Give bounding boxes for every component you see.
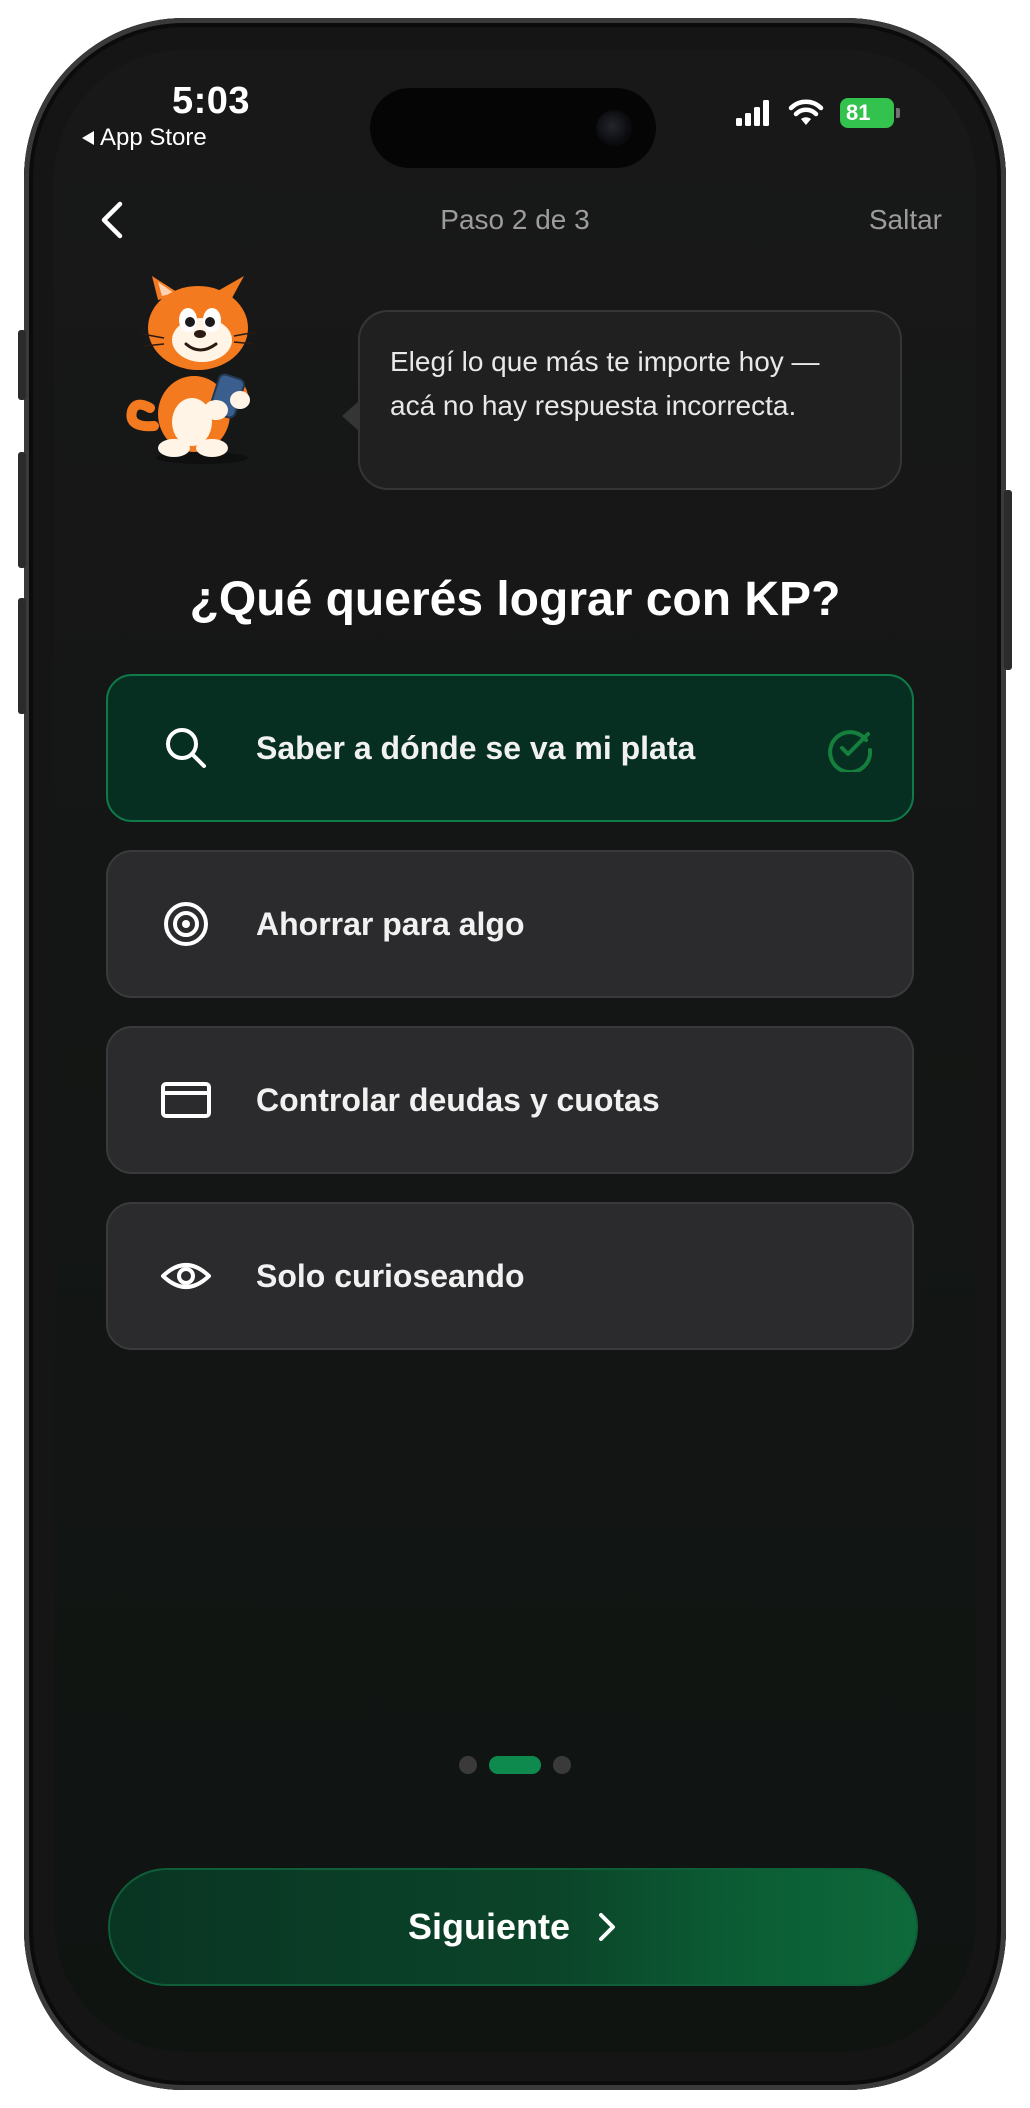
option-ahorrar-para-algo[interactable]: Ahorrar para algo (106, 850, 914, 998)
battery-indicator: 81 (840, 98, 900, 128)
cat-mascot-illustration (126, 276, 257, 464)
option-label: Controlar deudas y cuotas (256, 1081, 660, 1118)
page-dot-active (489, 1756, 541, 1774)
page-title: ¿Qué querés lograr con KP? (189, 573, 841, 626)
status-indicators: 81 (736, 98, 900, 128)
back-triangle-icon (82, 131, 94, 145)
status-time: 5:03 (172, 80, 251, 122)
app-screen: 5:03 App Store 81 Paso 2 de 3 Saltar Ele… (54, 50, 976, 2052)
signal-icon (736, 100, 769, 126)
target-icon (164, 902, 208, 946)
back-app-label: App Store (100, 124, 207, 151)
option-label: Saber a dónde se va mi plata (256, 729, 696, 766)
volume-up-button (18, 452, 26, 568)
camera-icon (596, 110, 632, 146)
option-label: Solo curioseando (256, 1257, 525, 1294)
next-button[interactable]: Siguiente (108, 1868, 918, 1986)
chevron-right-icon (599, 1913, 616, 1941)
page-dot (459, 1756, 477, 1774)
check-circle-icon (828, 730, 873, 772)
volume-down-button (18, 598, 26, 714)
dynamic-island (370, 88, 656, 168)
power-button (1004, 490, 1012, 670)
battery-level: 81 (846, 100, 871, 125)
wifi-icon (788, 99, 824, 125)
silent-switch (18, 330, 26, 400)
option-solo-curioseando[interactable]: Solo curioseando (106, 1202, 914, 1350)
next-button-label: Siguiente (407, 1906, 571, 1947)
option-controlar-deudas-y-cuotas[interactable]: Controlar deudas y cuotas (106, 1026, 914, 1174)
option-label: Ahorrar para algo (256, 905, 525, 942)
page-dot (553, 1756, 571, 1774)
search-icon (166, 728, 206, 768)
credit-card-icon (161, 1082, 211, 1118)
step-indicator: Paso 2 de 3 (440, 204, 590, 235)
back-to-app-store[interactable]: App Store (82, 124, 207, 152)
eye-icon (161, 1263, 211, 1289)
speech-bubble: Elegí lo que más te importe hoy — acá no… (358, 310, 902, 490)
page-indicator (54, 1756, 976, 1774)
option-saber-a-donde-se-va-mi-plata[interactable]: Saber a dónde se va mi plata (106, 674, 914, 822)
skip-button[interactable]: Saltar (869, 204, 942, 236)
